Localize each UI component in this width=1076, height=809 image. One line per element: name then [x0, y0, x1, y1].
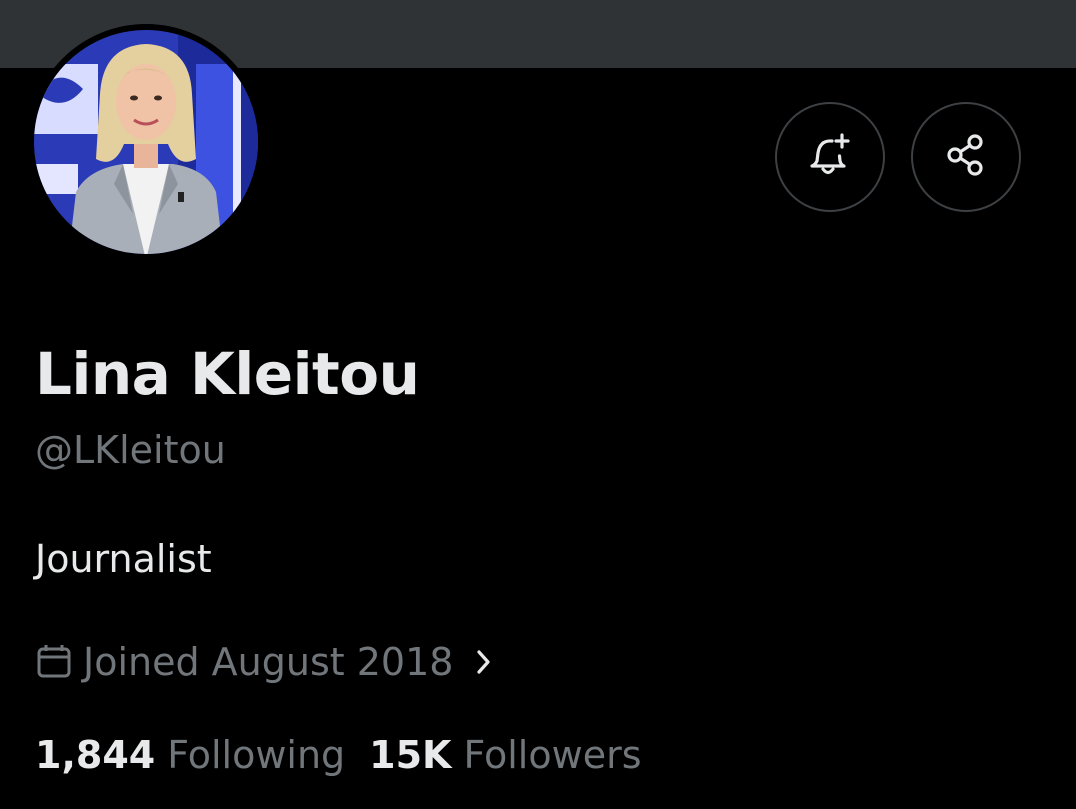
- following-stat[interactable]: 1,844 Following: [35, 733, 345, 777]
- profile-bio: Journalist: [35, 537, 212, 581]
- followers-stat[interactable]: 15K Followers: [369, 733, 641, 777]
- following-label: Following: [167, 733, 346, 777]
- avatar[interactable]: [28, 24, 264, 260]
- followers-count: 15K: [369, 733, 452, 777]
- following-count: 1,844: [35, 733, 156, 777]
- notify-button[interactable]: [775, 102, 885, 212]
- display-name: Lina Kleitou: [35, 340, 420, 408]
- chevron-right-icon: [473, 647, 495, 677]
- followers-label: Followers: [463, 733, 642, 777]
- joined-date-text: Joined August 2018: [83, 640, 454, 684]
- share-icon: [942, 131, 990, 183]
- profile-stats: 1,844 Following 15K Followers: [35, 733, 642, 777]
- user-handle: @LKleitou: [35, 428, 226, 472]
- bell-plus-icon: [806, 131, 854, 183]
- joined-date-row[interactable]: Joined August 2018: [35, 636, 495, 688]
- avatar-photo: [28, 24, 264, 260]
- calendar-icon: [35, 643, 73, 681]
- share-button[interactable]: [911, 102, 1021, 212]
